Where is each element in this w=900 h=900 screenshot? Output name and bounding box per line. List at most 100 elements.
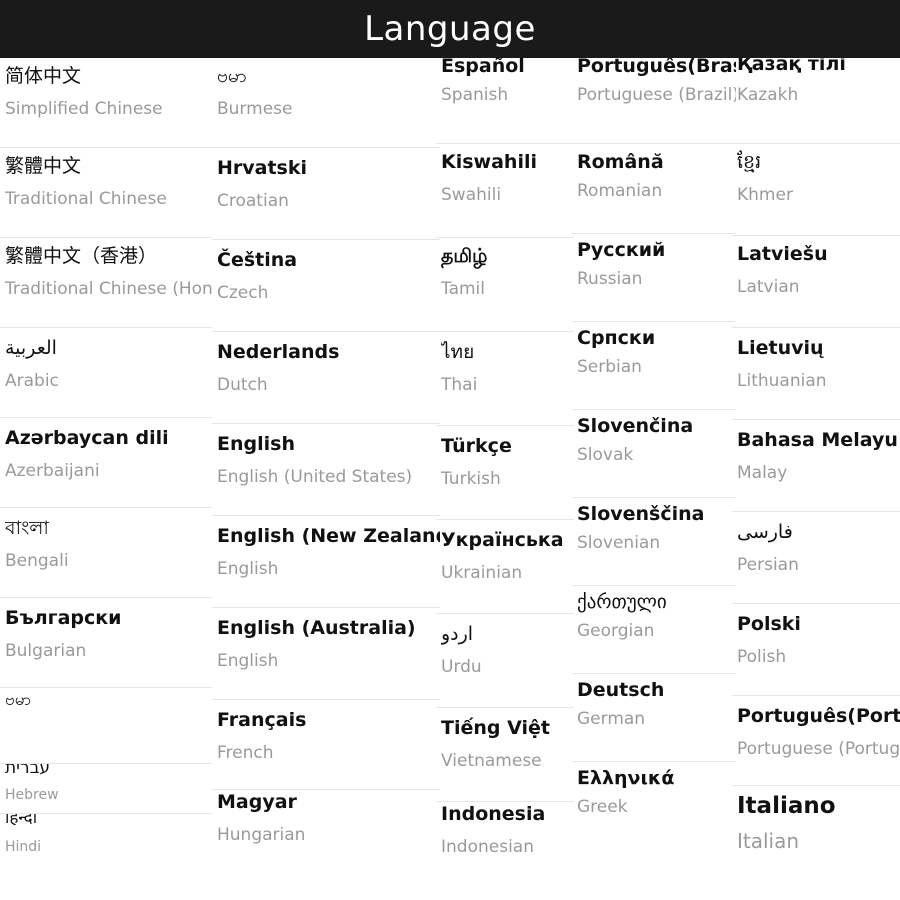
language-option[interactable]: Italiano Italian — [737, 786, 900, 896]
language-option[interactable]: Latviešu Latvian — [737, 236, 900, 328]
language-english-name: Swahili — [441, 185, 502, 205]
language-native-name: Ελληνικά — [577, 767, 675, 789]
language-english-name: Persian — [737, 555, 799, 575]
language-option[interactable]: Lietuvių Lithuanian — [737, 328, 900, 420]
language-english-name: Turkish — [441, 469, 501, 489]
language-native-name: 繁體中文 — [5, 155, 82, 177]
language-native-name: עברית — [5, 764, 51, 778]
language-option[interactable]: Deutsch German — [577, 674, 736, 762]
language-option[interactable]: Indonesia Indonesian — [441, 802, 574, 886]
language-english-name: Bengali — [5, 551, 69, 571]
language-option[interactable]: Српски Serbian — [577, 322, 736, 410]
language-english-name: Italian — [737, 829, 800, 853]
language-native-name: বাংলা — [5, 517, 49, 539]
language-option[interactable]: Български Bulgarian — [5, 598, 212, 688]
language-native-name: 繁體中文（香港） — [5, 245, 158, 267]
language-english-name: Hungarian — [217, 825, 306, 845]
language-option[interactable]: Kiswahili Swahili — [441, 144, 574, 238]
language-english-name: Malay — [737, 463, 788, 483]
language-english-name: Serbian — [577, 357, 642, 377]
language-native-name: العربية — [5, 337, 57, 359]
language-option[interactable]: Hrvatski Croatian — [217, 148, 440, 240]
language-option[interactable]: தமிழ் Tamil — [441, 238, 574, 332]
language-english-name: Arabic — [5, 371, 59, 391]
language-option[interactable]: Ελληνικά Greek — [577, 762, 736, 850]
language-option[interactable]: Türkçe Turkish — [441, 426, 574, 520]
language-native-name: فارسی — [737, 521, 793, 543]
language-native-name: Hrvatski — [217, 157, 308, 179]
language-option[interactable]: Қазақ тілі Kazakh — [737, 58, 900, 144]
language-native-name: Română — [577, 151, 664, 173]
page-title: Language — [364, 9, 536, 49]
language-native-name: ဗမာ — [217, 65, 247, 87]
header-bar: Language — [0, 0, 900, 58]
language-english-name: English — [217, 651, 279, 671]
language-option[interactable]: ဗမာ — [5, 688, 212, 764]
language-native-name: Српски — [577, 327, 656, 349]
language-native-name: ខ្មែរ — [737, 151, 762, 173]
language-column-2: ဗမာ Burmese Hrvatski Croatian Čeština Czech Ne… — [212, 58, 440, 900]
language-english-name: Hindi — [5, 839, 42, 855]
language-option[interactable]: Português(Portugal) Portuguese (Portugal) — [737, 696, 900, 786]
language-option[interactable]: Nederlands Dutch — [217, 332, 440, 424]
language-option[interactable]: English English (United States) — [217, 424, 440, 516]
language-english-name: Georgian — [577, 621, 655, 641]
language-option[interactable]: English (Australia) English — [217, 608, 440, 700]
language-native-name: ქართული — [577, 591, 667, 613]
language-native-name: ဗမာ — [5, 690, 32, 710]
language-native-name: Қазақ тілі — [737, 58, 846, 75]
language-english-name: Thai — [441, 375, 478, 395]
language-option[interactable]: فارسی Persian — [737, 512, 900, 604]
language-option[interactable]: हिन्दी Hindi — [5, 814, 212, 866]
language-english-name: Traditional Chinese — [5, 189, 167, 209]
language-option[interactable]: Čeština Czech — [217, 240, 440, 332]
language-option[interactable]: Tiếng Việt Vietnamese — [441, 708, 574, 802]
language-english-name: Tamil — [441, 279, 485, 299]
language-option[interactable]: Русский Russian — [577, 234, 736, 322]
language-option[interactable]: Polski Polish — [737, 604, 900, 696]
language-option[interactable]: English (New Zealand) English — [217, 516, 440, 608]
language-native-name: Türkçe — [441, 435, 512, 457]
language-native-name: Español — [441, 58, 525, 77]
language-option[interactable]: বাংলা Bengali — [5, 508, 212, 598]
language-option[interactable]: ဗမာ Burmese — [217, 58, 440, 148]
language-option[interactable]: 繁體中文 Traditional Chinese — [5, 148, 212, 238]
language-native-name: اردو — [441, 623, 474, 645]
language-native-name: English — [217, 433, 295, 455]
language-option[interactable]: اردو Urdu — [441, 614, 574, 708]
language-option[interactable]: Azərbaycan dili Azerbaijani — [5, 418, 212, 508]
language-option[interactable]: Slovenščina Slovenian — [577, 498, 736, 586]
language-native-name: Tiếng Việt — [441, 717, 550, 739]
language-option[interactable]: 繁體中文（香港） Traditional Chinese (Hong — [5, 238, 212, 328]
language-option[interactable]: ไทย Thai — [441, 332, 574, 426]
language-option[interactable]: Français French — [217, 700, 440, 790]
language-native-name: Português(Portugal) — [737, 705, 900, 727]
language-native-name: English (New Zealand) — [217, 525, 440, 547]
language-english-name: Lithuanian — [737, 371, 827, 391]
language-option[interactable]: Español Spanish — [441, 58, 574, 144]
language-native-name: ไทย — [441, 341, 475, 363]
language-native-name: Italiano — [737, 793, 836, 819]
language-option[interactable]: Português(Brasil) Portuguese (Brazil) — [577, 58, 736, 144]
language-column-1: 简体中文 Simplified Chinese 繁體中文 Traditional Ch… — [0, 58, 212, 900]
language-option[interactable]: العربية Arabic — [5, 328, 212, 418]
language-native-name: Deutsch — [577, 679, 665, 701]
language-english-name: Vietnamese — [441, 751, 542, 771]
language-native-name: Kiswahili — [441, 151, 537, 173]
language-native-name: हिन्दी — [5, 814, 38, 828]
language-option[interactable]: 简体中文 Simplified Chinese — [5, 58, 212, 148]
language-option[interactable]: Slovenčina Slovak — [577, 410, 736, 498]
language-english-name: Russian — [577, 269, 643, 289]
language-option[interactable]: ქართული Georgian — [577, 586, 736, 674]
language-option[interactable]: Română Romanian — [577, 144, 736, 234]
language-option[interactable]: עברית Hebrew — [5, 764, 212, 814]
language-english-name: Romanian — [577, 181, 663, 201]
language-option[interactable]: Українська Ukrainian — [441, 520, 574, 614]
language-english-name: Polish — [737, 647, 787, 667]
language-english-name: Kazakh — [737, 85, 799, 105]
language-native-name: Français — [217, 709, 307, 731]
language-option[interactable]: ខ្មែរ Khmer — [737, 144, 900, 236]
language-option[interactable]: Bahasa Melayu Malay — [737, 420, 900, 512]
language-option[interactable]: Magyar Hungarian — [217, 790, 440, 866]
language-native-name: Magyar — [217, 791, 297, 813]
